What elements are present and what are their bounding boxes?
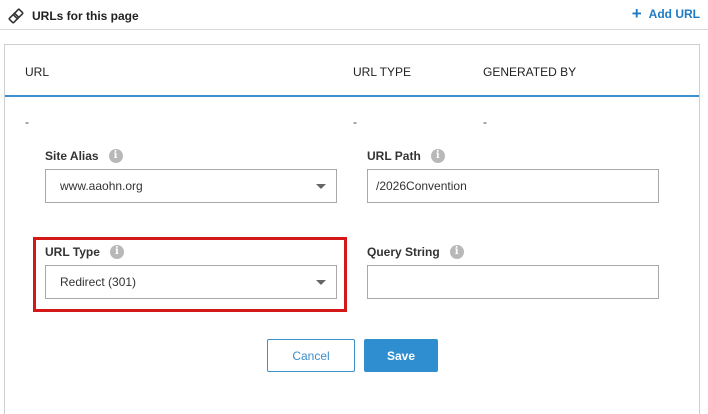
column-url[interactable]: URL	[25, 65, 49, 79]
add-url-label: Add URL	[648, 7, 700, 21]
cell-url: -	[25, 115, 29, 129]
table-header: URL URL TYPE GENERATED BY	[5, 45, 699, 97]
query-string-label: Query String i	[367, 245, 464, 259]
chevron-down-icon	[316, 184, 326, 189]
info-icon[interactable]: i	[449, 245, 464, 259]
info-icon[interactable]: i	[430, 149, 445, 163]
url-type-highlight	[33, 237, 347, 312]
plus-icon: +	[631, 4, 642, 23]
urls-card: URL URL TYPE GENERATED BY - - - Site Ali…	[4, 44, 700, 414]
info-icon[interactable]: i	[108, 149, 123, 163]
cell-generated-by: -	[483, 115, 487, 129]
cell-url-type: -	[353, 115, 357, 129]
save-button[interactable]: Save	[364, 339, 438, 372]
site-alias-select[interactable]: www.aaohn.org	[45, 169, 337, 203]
add-url-button[interactable]: + Add URL	[631, 4, 700, 23]
link-icon	[8, 8, 24, 24]
column-url-type[interactable]: URL TYPE	[353, 65, 411, 79]
site-alias-value: www.aaohn.org	[60, 179, 143, 193]
url-path-label: URL Path i	[367, 149, 445, 163]
url-path-field[interactable]: /2026Convention	[367, 169, 659, 203]
panel-header: URLs for this page + Add URL	[0, 0, 708, 30]
url-path-value: /2026Convention	[376, 179, 467, 193]
query-string-field[interactable]	[367, 265, 659, 299]
cancel-button[interactable]: Cancel	[267, 339, 355, 372]
column-generated-by[interactable]: GENERATED BY	[483, 65, 576, 79]
panel-title: URLs for this page	[32, 9, 139, 23]
site-alias-label: Site Alias i	[45, 149, 123, 163]
